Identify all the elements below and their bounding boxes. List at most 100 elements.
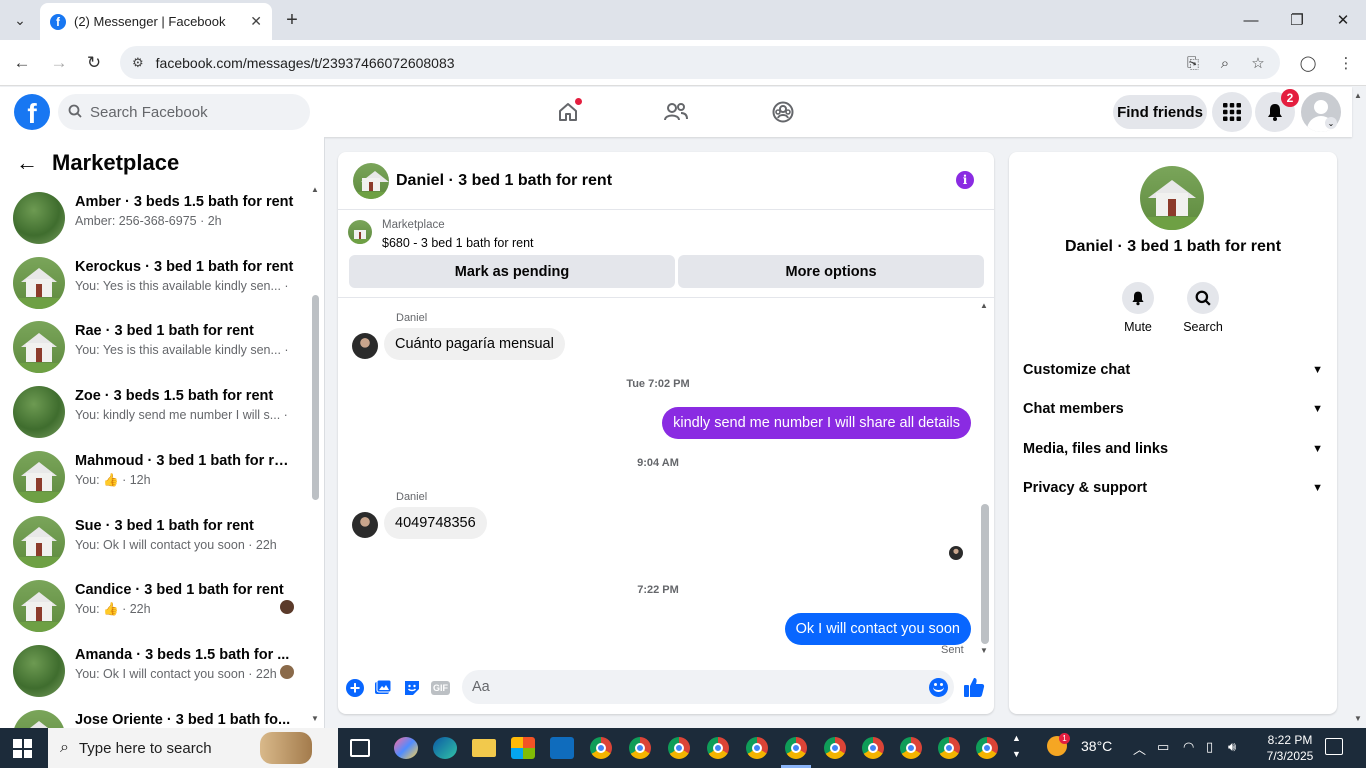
chrome-icon[interactable] bbox=[976, 737, 998, 759]
facebook-logo-icon[interactable]: f bbox=[14, 94, 50, 130]
groups-icon[interactable] bbox=[768, 97, 798, 127]
profile-icon[interactable]: ◯ bbox=[1296, 51, 1320, 75]
outgoing-message[interactable]: Ok I will contact you soon bbox=[784, 613, 971, 645]
bookmark-star-icon[interactable]: ☆ bbox=[1246, 51, 1270, 75]
conversation-item[interactable]: Mahmoud · 3 bed 1 bath for rent You: 👍 · … bbox=[0, 446, 310, 510]
privacy-support-section[interactable]: Privacy & support ▼ bbox=[1023, 476, 1323, 500]
plus-icon[interactable]: + bbox=[346, 678, 364, 698]
chat-info-panel: Daniel · 3 bed 1 bath for rent Mute Sear… bbox=[1009, 152, 1337, 714]
show-hidden-icons-chevron-icon[interactable]: ︿ bbox=[1133, 739, 1146, 758]
wifi-icon[interactable]: ◠ bbox=[1183, 739, 1194, 755]
file-explorer-icon[interactable] bbox=[472, 739, 496, 757]
chat-title[interactable]: Daniel · 3 bed 1 bath for rent bbox=[396, 172, 612, 190]
chrome-icon[interactable] bbox=[785, 737, 807, 759]
browser-tab-messenger[interactable]: f (2) Messenger | Facebook ✕ bbox=[40, 3, 272, 40]
store-icon[interactable] bbox=[511, 737, 535, 759]
back-icon[interactable]: ← bbox=[10, 51, 34, 75]
volume-icon[interactable]: 🔊︎ bbox=[1228, 739, 1236, 755]
chat-members-section[interactable]: Chat members ▼ bbox=[1023, 397, 1323, 421]
conversation-item[interactable]: Amanda · 3 beds 1.5 bath for ... You: Ok … bbox=[0, 640, 310, 704]
emoji-icon[interactable] bbox=[929, 678, 948, 697]
chrome-icon[interactable] bbox=[900, 737, 922, 759]
customize-chat-section[interactable]: Customize chat ▼ bbox=[1023, 358, 1323, 382]
message-composer: + GIF bbox=[338, 670, 994, 706]
outgoing-message[interactable]: kindly send me number I will share all d… bbox=[662, 407, 971, 439]
page-scroll-up-icon[interactable]: ▲ bbox=[1354, 91, 1362, 100]
taskbar-search-box[interactable]: ⌕ Type here to search bbox=[48, 728, 338, 768]
incoming-message[interactable]: 4049748356 bbox=[384, 507, 487, 539]
forward-icon[interactable]: → bbox=[47, 51, 71, 75]
chrome-icon[interactable] bbox=[707, 737, 729, 759]
thread-scroll-down-icon[interactable]: ▼ bbox=[980, 646, 988, 655]
conversation-item[interactable]: Sue · 3 bed 1 bath for rent You: Ok I wil… bbox=[0, 511, 310, 575]
conversation-item[interactable]: Jose Oriente · 3 bed 1 bath fo... bbox=[0, 705, 310, 728]
thread-scrollbar[interactable] bbox=[981, 504, 989, 644]
mark-as-pending-button[interactable]: Mark as pending bbox=[349, 255, 675, 288]
chrome-icon[interactable] bbox=[746, 737, 768, 759]
conversation-item[interactable]: Amber · 3 beds 1.5 bath for rent Amber: 2… bbox=[0, 187, 310, 251]
reload-icon[interactable]: ↻ bbox=[82, 51, 106, 75]
listing-title[interactable]: $680 - 3 bed 1 bath for rent bbox=[382, 236, 534, 250]
task-view-icon[interactable] bbox=[350, 739, 370, 757]
site-info-icon[interactable]: ⚙ bbox=[132, 55, 144, 71]
incoming-message[interactable]: Cuánto pagaría mensual bbox=[384, 328, 565, 360]
chat-avatar[interactable] bbox=[353, 163, 389, 199]
tab-search-chevron-icon[interactable]: ⌄ bbox=[8, 8, 32, 32]
taskbar-clock[interactable]: 8:22 PM 7/3/2025 bbox=[1255, 732, 1325, 764]
conversation-item[interactable]: Kerockus · 3 bed 1 bath for rent You: Yes… bbox=[0, 252, 310, 316]
mute-button[interactable]: Mute bbox=[1108, 282, 1168, 334]
friends-icon[interactable] bbox=[661, 97, 691, 127]
search-in-chat-button[interactable]: Search bbox=[1173, 282, 1233, 334]
chrome-icon[interactable] bbox=[629, 737, 651, 759]
zoom-icon[interactable]: ⌕ bbox=[1213, 51, 1237, 75]
contact-avatar[interactable] bbox=[1140, 166, 1204, 230]
sidebar-scroll-up-icon[interactable]: ▲ bbox=[311, 185, 319, 194]
install-app-icon[interactable]: ⎘ bbox=[1181, 51, 1205, 75]
notification-center-icon[interactable] bbox=[1325, 738, 1343, 755]
sidebar-scroll-down-icon[interactable]: ▼ bbox=[311, 714, 319, 723]
back-arrow-icon[interactable]: ← bbox=[16, 150, 38, 176]
listing-thumbnail[interactable] bbox=[348, 220, 372, 244]
conversation-item[interactable]: Rae · 3 bed 1 bath for rent You: Yes is t… bbox=[0, 316, 310, 380]
chrome-icon[interactable] bbox=[938, 737, 960, 759]
photo-icon[interactable] bbox=[373, 678, 393, 698]
edge-icon[interactable] bbox=[433, 737, 457, 759]
gif-icon[interactable]: GIF bbox=[431, 681, 450, 695]
account-chevron-down-icon[interactable]: ⌄ bbox=[1325, 117, 1337, 129]
outlook-icon[interactable] bbox=[550, 737, 574, 759]
minimize-icon[interactable]: — bbox=[1239, 8, 1263, 32]
chrome-icon[interactable] bbox=[668, 737, 690, 759]
sidebar-scrollbar[interactable] bbox=[312, 295, 319, 500]
chrome-icon[interactable] bbox=[862, 737, 884, 759]
conversation-item[interactable]: Candice · 3 bed 1 bath for rent You: 👍 · … bbox=[0, 575, 310, 639]
message-input[interactable] bbox=[462, 670, 954, 704]
menu-grid-icon[interactable] bbox=[1212, 92, 1252, 132]
facebook-search-input[interactable]: Search Facebook bbox=[58, 94, 310, 130]
tab-close-icon[interactable]: ✕ bbox=[250, 13, 262, 30]
conversation-preview: You: Ok I will contact you soon · 22h bbox=[75, 537, 277, 552]
url-field[interactable]: ⚙ facebook.com/messages/t/23937466072608… bbox=[120, 46, 1280, 79]
sender-avatar[interactable] bbox=[352, 512, 378, 538]
weather-widget[interactable]: 1 38°C bbox=[1047, 733, 1112, 756]
copilot-icon[interactable] bbox=[394, 737, 418, 759]
display-icon[interactable]: ▯ bbox=[1206, 739, 1213, 755]
windows-start-icon[interactable] bbox=[13, 739, 32, 758]
browser-menu-icon[interactable]: ⋮ bbox=[1334, 51, 1358, 75]
info-icon[interactable]: i bbox=[956, 171, 974, 189]
chrome-icon[interactable] bbox=[824, 737, 846, 759]
thumbs-up-icon[interactable] bbox=[962, 675, 988, 701]
battery-icon[interactable]: ▭ bbox=[1157, 739, 1169, 755]
media-files-links-section[interactable]: Media, files and links ▼ bbox=[1023, 437, 1323, 461]
more-options-button[interactable]: More options bbox=[678, 255, 984, 288]
find-friends-button[interactable]: Find friends bbox=[1113, 95, 1207, 129]
page-scroll-down-icon[interactable]: ▼ bbox=[1354, 714, 1362, 723]
new-tab-icon[interactable]: + bbox=[280, 8, 304, 32]
sender-avatar[interactable] bbox=[352, 333, 378, 359]
close-window-icon[interactable]: ✕ bbox=[1331, 8, 1355, 32]
conversation-item[interactable]: Zoe · 3 beds 1.5 bath for rent You: kindl… bbox=[0, 381, 310, 445]
thread-scroll-up-icon[interactable]: ▲ bbox=[980, 301, 988, 310]
sticker-icon[interactable] bbox=[402, 678, 422, 698]
taskbar-scroll-icon[interactable]: ▲ ▼ bbox=[1012, 730, 1021, 762]
restore-icon[interactable]: ❐ bbox=[1285, 8, 1309, 32]
chrome-icon[interactable] bbox=[590, 737, 612, 759]
